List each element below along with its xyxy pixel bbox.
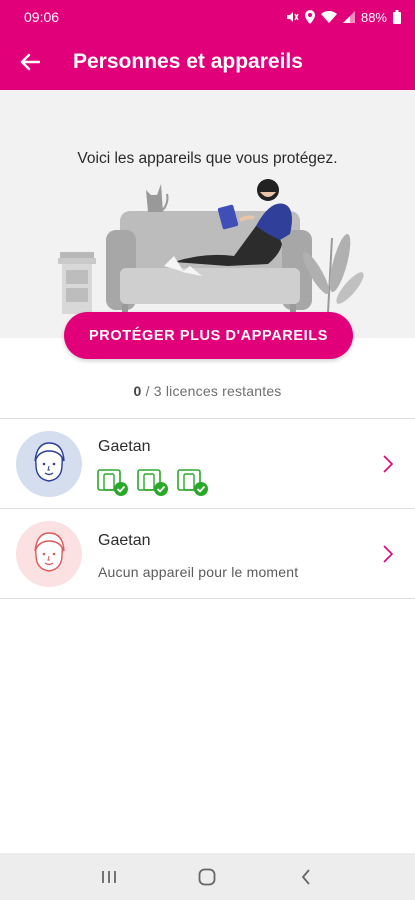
wifi-icon — [320, 10, 337, 23]
person-row-gaetan-1[interactable]: Gaetan — [0, 420, 415, 508]
battery-icon — [393, 10, 401, 24]
recent-apps-icon — [102, 870, 117, 883]
tablet-check-icon — [137, 469, 168, 496]
arrow-left-icon — [20, 53, 40, 71]
location-icon — [304, 10, 315, 24]
app-bar: Personnes et appareils — [0, 34, 415, 90]
device-list — [97, 468, 209, 496]
tablet-check-icon — [177, 469, 208, 496]
licences-used-count: 0 — [133, 383, 142, 399]
divider — [0, 508, 415, 509]
divider — [0, 598, 415, 599]
back-nav-button[interactable] — [286, 857, 326, 897]
avatar — [16, 431, 82, 497]
signal-icon — [342, 11, 355, 23]
person-face-icon — [34, 532, 65, 572]
avatar — [16, 521, 82, 587]
status-time: 09:06 — [24, 9, 60, 25]
hero-banner: Voici les appareils que vous protégez. — [0, 90, 415, 338]
mute-icon — [286, 12, 299, 22]
person-face-icon — [34, 442, 65, 482]
protect-more-devices-button[interactable]: PROTÉGER PLUS D'APPAREILS — [64, 312, 353, 359]
recent-apps-button[interactable] — [89, 857, 129, 897]
status-bar: 09:06 88% — [0, 0, 415, 34]
licences-remaining-text: / 3 licences restantes — [141, 383, 282, 399]
system-nav-bar — [0, 853, 415, 900]
person-row-gaetan-2[interactable]: Gaetan Aucun appareil pour le moment — [0, 510, 415, 598]
tablet-check-icon — [97, 469, 128, 496]
person-name: Gaetan — [98, 532, 151, 549]
person-name: Gaetan — [98, 438, 151, 455]
home-button[interactable] — [187, 857, 227, 897]
divider — [0, 418, 415, 419]
chevron-left-icon — [301, 868, 310, 885]
chevron-right-icon — [383, 545, 393, 563]
chevron-right-icon — [383, 455, 393, 473]
battery-text: 88% — [360, 9, 387, 25]
person-devices-status: Aucun appareil pour le moment — [98, 564, 299, 580]
page-title: Personnes et appareils — [73, 50, 303, 73]
back-button[interactable] — [0, 34, 60, 90]
home-icon — [199, 868, 216, 885]
licences-remaining: 0 / 3 licences restantes — [0, 383, 415, 399]
status-icons: 88% — [285, 10, 401, 25]
hero-text: Voici les appareils que vous protégez. — [77, 150, 338, 167]
